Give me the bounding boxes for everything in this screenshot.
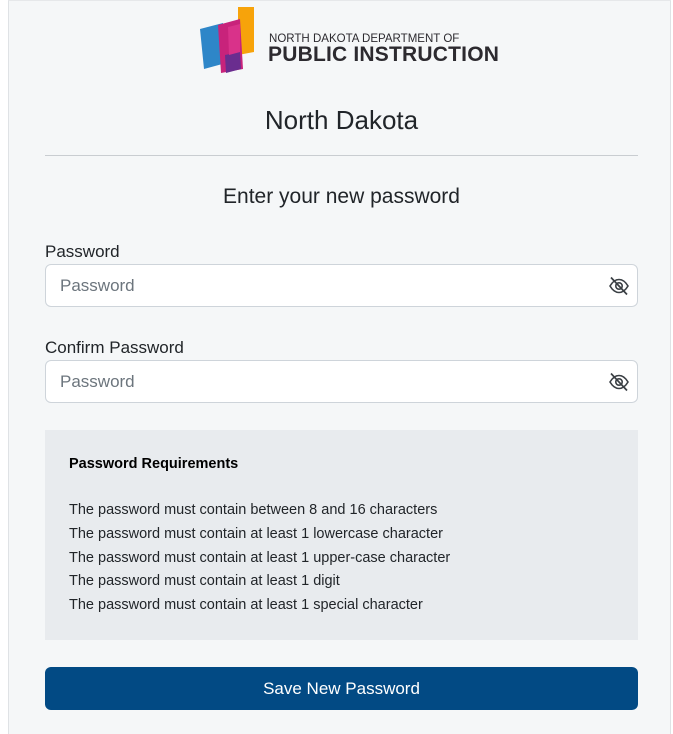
password-field — [45, 264, 638, 307]
eye-slash-icon[interactable] — [608, 372, 630, 392]
ndpi-logo-mark — [200, 7, 254, 73]
requirement-item: The password must contain between 8 and … — [69, 502, 438, 518]
eye-slash-icon[interactable] — [608, 276, 630, 296]
requirement-item: The password must contain at least 1 spe… — [69, 597, 423, 614]
requirement-item: The password must contain at least 1 low… — [69, 525, 443, 542]
save-new-password-button[interactable]: Save New Password — [45, 667, 638, 710]
ndpi-logo: NORTH DAKOTA DEPARTMENT OF PUBLIC INSTRU… — [200, 7, 499, 77]
logo-text-public-instruction: PUBLIC INSTRUCTION — [268, 43, 500, 66]
form-heading: Enter your new password — [223, 185, 460, 208]
confirm-password-field — [45, 360, 638, 403]
requirements-title: Password Requirements — [69, 456, 239, 472]
requirement-item: The password must contain at least 1 dig… — [69, 573, 340, 590]
confirm-password-label: Confirm Password — [45, 338, 184, 357]
site-title: North Dakota — [264, 105, 419, 135]
confirm-password-input[interactable] — [60, 361, 600, 402]
header-divider — [45, 155, 638, 156]
requirement-item: The password must contain at least 1 upp… — [69, 549, 451, 566]
password-requirements-panel: Password Requirements The password must … — [45, 430, 638, 640]
password-input[interactable] — [60, 265, 600, 306]
password-label: Password — [45, 242, 120, 261]
